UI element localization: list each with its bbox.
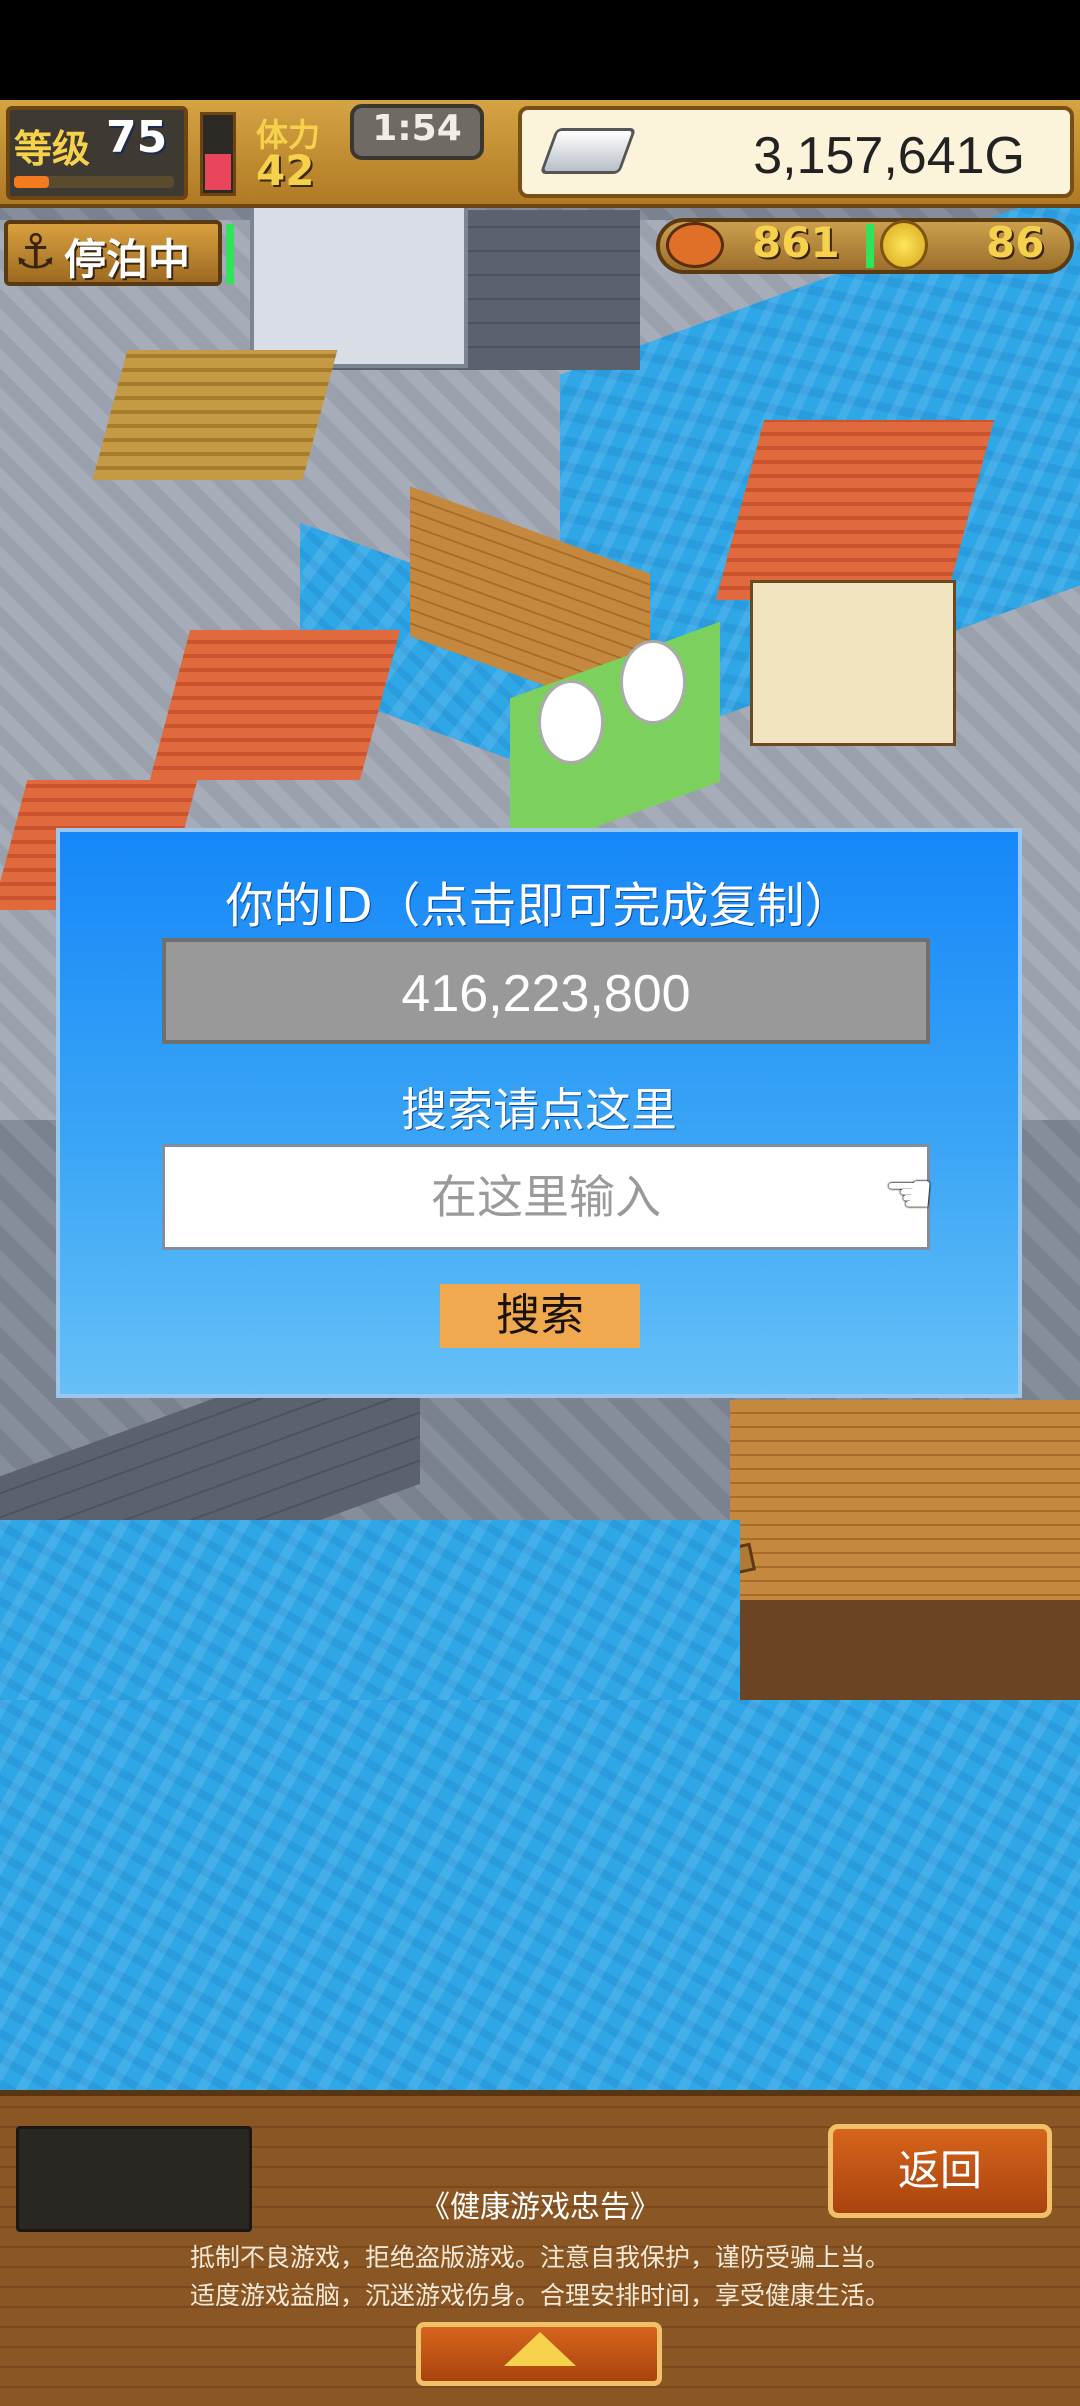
docked-status-label: 停泊中 [64, 235, 191, 284]
anchor-icon: ⚓ [14, 224, 58, 280]
pointing-hand-icon: ☚ [884, 1162, 935, 1227]
status-bar [0, 0, 1080, 100]
search-input[interactable] [162, 1144, 930, 1250]
house-roof [715, 420, 995, 600]
castle [250, 200, 468, 368]
food-amount: 861 [752, 218, 840, 267]
search-button[interactable]: 搜索 [440, 1284, 640, 1348]
dialog-title: 你的ID（点击即可完成复制） [225, 878, 853, 934]
food-indicator [866, 224, 874, 268]
stamina-value: 42 [256, 146, 315, 195]
silver-bar-icon [539, 128, 637, 174]
level-label: 等级 [14, 127, 91, 171]
medal-amount: 86 [986, 218, 1045, 267]
house [750, 580, 956, 746]
player-id-value[interactable]: 416,223,800 [162, 964, 930, 1024]
egg-item[interactable] [538, 680, 604, 764]
level-value: 75 [106, 112, 168, 163]
docked-indicator [226, 224, 234, 284]
medal-icon [880, 220, 928, 270]
experience-bar-fill [14, 176, 49, 188]
health-advisory-line: 抵制不良游戏，拒绝盗版游戏。注意自我保护，谨防受骗上当。 [189, 2243, 890, 2272]
stamina-timer: 1:54 [372, 108, 462, 149]
health-advisory-line: 适度游戏益脑，沉迷游戏伤身。合理安排时间，享受健康生活。 [189, 2281, 890, 2310]
search-hint: 搜索请点这里 [401, 1083, 677, 1137]
house-roof [149, 630, 401, 780]
sea-water [0, 1700, 1080, 2090]
up-arrow-icon [504, 2332, 576, 2366]
house-roof [92, 350, 338, 480]
gold-amount: 3,157,641G [753, 127, 1025, 185]
stamina-gauge-fill [205, 154, 231, 190]
egg-item[interactable] [620, 640, 686, 724]
health-advisory-title: 《健康游戏忠告》 [420, 2190, 660, 2225]
meat-icon [666, 222, 724, 268]
